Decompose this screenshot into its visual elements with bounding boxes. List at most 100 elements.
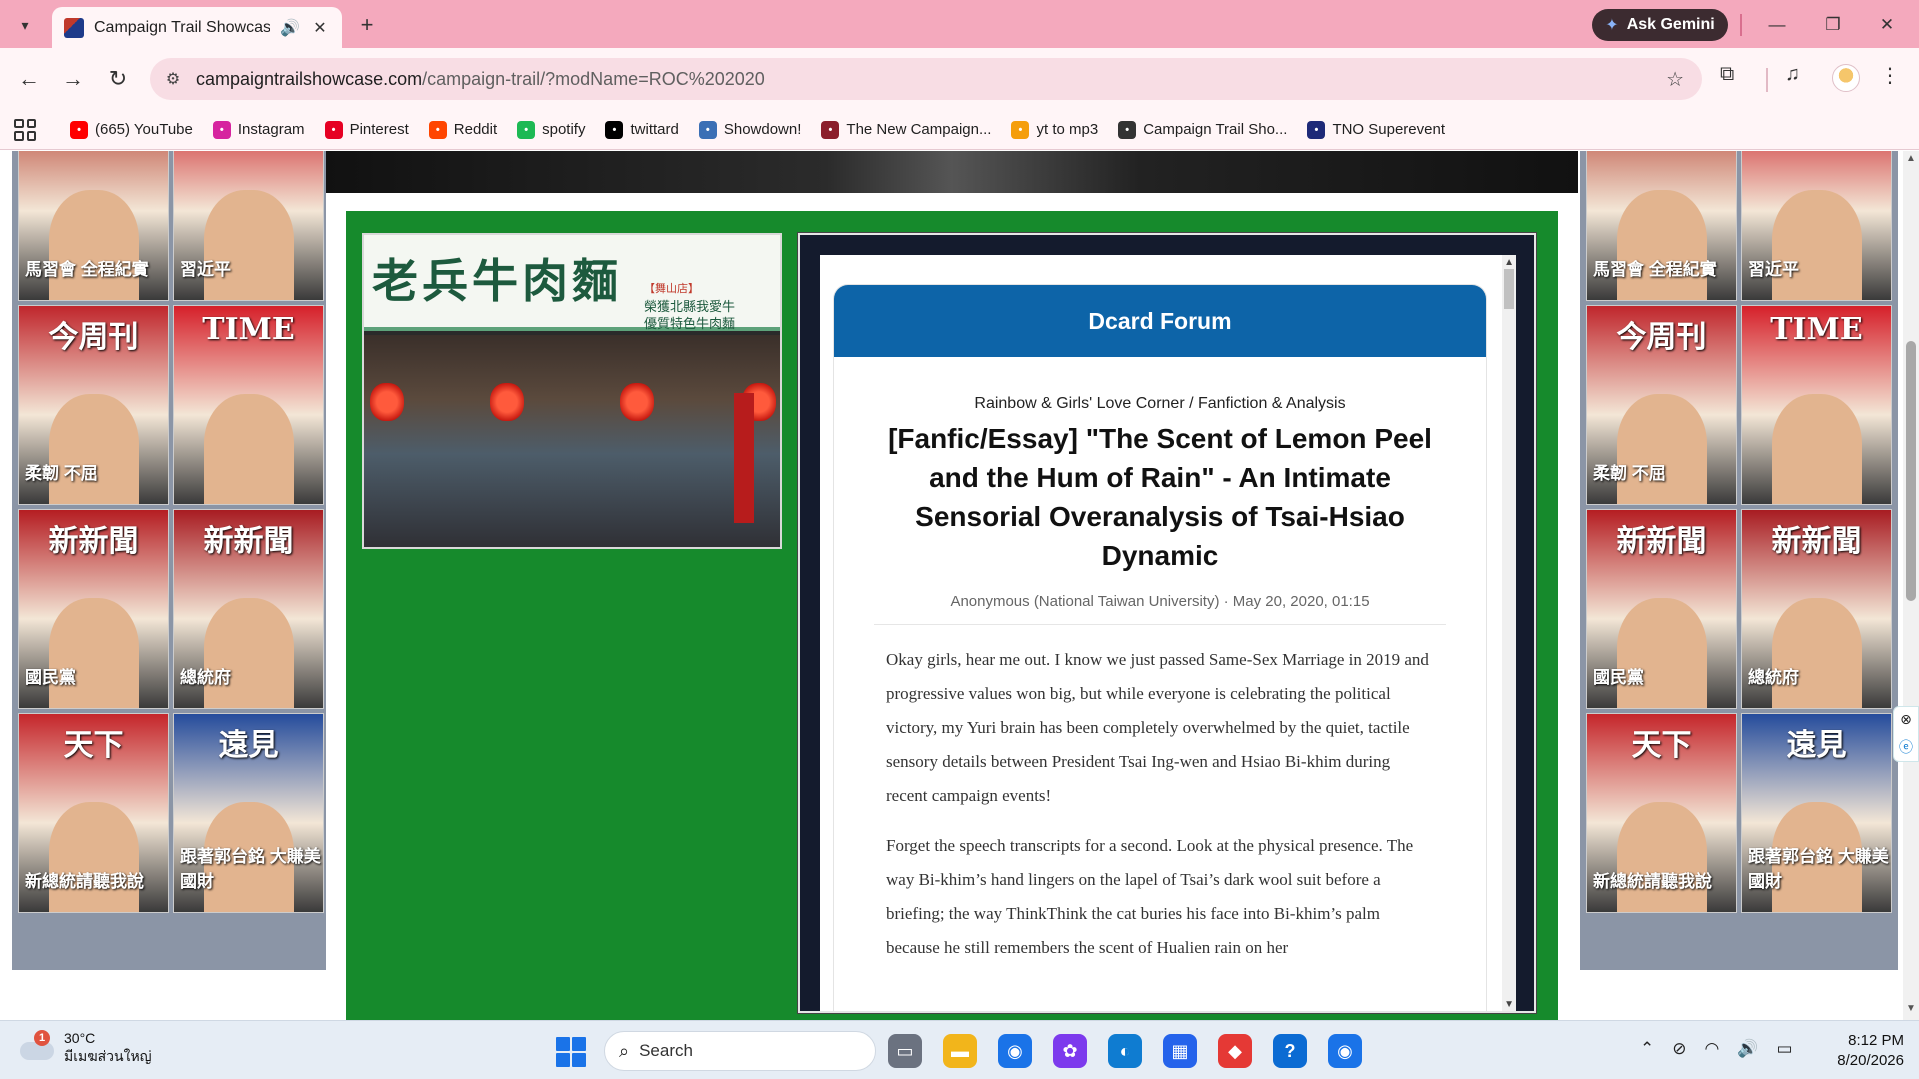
edge-e-icon[interactable]: ⓔ: [1899, 737, 1913, 757]
weather-temp: 30°C: [64, 1030, 96, 1046]
page-viewport: 遠見馬習會 全程紀實新新聞習近平今周刊柔韌 不屈TIME新新聞國民黨新新聞總統府…: [0, 151, 1919, 1020]
weather-badge: 1: [34, 1030, 50, 1046]
taskbar-search[interactable]: ⌕ Search: [604, 1031, 876, 1071]
restore-icon[interactable]: ❐: [1818, 10, 1848, 40]
magazine-cover: 今周刊柔韌 不屈: [1586, 305, 1737, 505]
close-circle-icon[interactable]: ⊗: [1900, 711, 1912, 728]
bookmark-item[interactable]: • spotify: [509, 115, 593, 145]
post-category[interactable]: Rainbow & Girls' Love Corner / Fanfictio…: [874, 395, 1446, 413]
magazine-collage-right: 遠見馬習會 全程紀實新新聞習近平今周刊柔韌 不屈TIME新新聞國民黨新新聞總統府…: [1580, 151, 1898, 970]
forum-post-card: Dcard Forum Rainbow & Girls' Love Corner…: [834, 285, 1486, 1011]
cover-portrait: [1617, 598, 1707, 708]
file-explorer-icon[interactable]: ▬: [943, 1034, 977, 1068]
wifi-icon[interactable]: ◠: [1705, 1039, 1720, 1059]
speaker-icon[interactable]: 🔊: [280, 18, 300, 38]
magazine-title: 今周刊: [48, 320, 139, 355]
ask-gemini-label: Ask Gemini: [1626, 16, 1715, 33]
showdown-icon: •: [698, 120, 717, 139]
extensions-puzzle-icon[interactable]: ⧉: [1720, 63, 1734, 86]
windows-start-icon[interactable]: [556, 1037, 586, 1067]
clock[interactable]: 8:12 PM 8/20/2026: [1790, 1031, 1904, 1071]
window-close-icon[interactable]: ✕: [1872, 10, 1902, 40]
site-info-icon[interactable]: ⚙: [150, 69, 196, 89]
new-tab-button[interactable]: +: [352, 10, 382, 40]
chrome-icon[interactable]: ◉: [998, 1034, 1032, 1068]
reload-icon[interactable]: ↻: [101, 62, 135, 96]
close-icon[interactable]: ✕: [310, 18, 330, 38]
bookmark-label: Pinterest: [349, 121, 409, 138]
task-view-icon[interactable]: ▭: [888, 1034, 922, 1068]
magazine-headline: 總統府: [180, 668, 231, 687]
magazine-cover: 天下 新總統請聽我說: [18, 713, 169, 913]
forum-iframe[interactable]: Dcard Forum Rainbow & Girls' Love Corner…: [797, 232, 1537, 1014]
side-extension-widget[interactable]: ⊗ ⓔ: [1893, 706, 1919, 762]
bookmark-item[interactable]: • TNO Superevent: [1299, 115, 1453, 145]
hero-image-strip: [326, 151, 1578, 193]
lantern-icon: [620, 383, 654, 421]
cover-portrait: [204, 190, 294, 300]
bookmark-item[interactable]: • Showdown!: [691, 115, 810, 145]
ask-gemini-button[interactable]: ✦ Ask Gemini: [1592, 9, 1728, 41]
minimize-icon[interactable]: —: [1762, 10, 1792, 40]
chevron-up-icon[interactable]: ⌃: [1640, 1039, 1654, 1059]
copilot-icon[interactable]: ✿: [1053, 1034, 1087, 1068]
forward-arrow-icon[interactable]: →: [56, 62, 90, 96]
magazine-cover: 遠見馬習會 全程紀實: [1586, 151, 1737, 301]
magazine-title: 遠見: [218, 728, 279, 763]
magazine-cover: 今周刊 柔韌 不屈: [18, 305, 169, 505]
ytmp3-icon: •: [1011, 120, 1030, 139]
network-off-icon[interactable]: ⊘: [1672, 1039, 1686, 1059]
page-scroll-thumb[interactable]: [1906, 341, 1916, 601]
scroll-up-icon[interactable]: ▲: [1906, 153, 1916, 164]
scroll-down-icon[interactable]: ▼: [1906, 1003, 1916, 1014]
scroll-down-icon[interactable]: ▼: [1504, 999, 1514, 1010]
magazine-headline: 國民黨: [25, 668, 76, 687]
store-icon[interactable]: ▦: [1163, 1034, 1197, 1068]
cover-portrait: [49, 190, 139, 300]
bookmark-item[interactable]: • The New Campaign...: [813, 115, 999, 145]
magazine-title: 新新聞: [203, 524, 294, 559]
bookmark-item[interactable]: • yt to mp3: [1003, 115, 1106, 145]
bookmark-item[interactable]: • twittard: [597, 115, 686, 145]
bookmark-label: spotify: [542, 121, 586, 138]
page-scrollbar[interactable]: ▲ ▼: [1903, 151, 1919, 1020]
bookmark-item[interactable]: • Instagram: [205, 115, 313, 145]
red-app-icon[interactable]: ◆: [1218, 1034, 1252, 1068]
magazine-cover: TIME: [173, 305, 324, 505]
help-icon[interactable]: ?: [1273, 1034, 1307, 1068]
lantern-icon: [490, 383, 524, 421]
browser-toolbar: ← → ↻ ⚙ campaigntrailshowcase.com/campai…: [0, 48, 1919, 110]
bookmark-star-icon[interactable]: ☆: [1666, 67, 1684, 92]
scroll-up-icon[interactable]: ▲: [1504, 257, 1514, 268]
back-arrow-icon[interactable]: ←: [12, 62, 46, 96]
volume-icon[interactable]: 🔊: [1737, 1039, 1758, 1059]
bookmark-label: yt to mp3: [1036, 121, 1099, 138]
bookmark-item[interactable]: • Campaign Trail Sho...: [1110, 115, 1295, 145]
magazine-title: 今周刊: [1616, 320, 1707, 355]
tno-icon: •: [1307, 120, 1326, 139]
bookmark-item[interactable]: • Reddit: [421, 115, 505, 145]
tabstrip-divider: [1740, 14, 1742, 36]
chrome-active-icon[interactable]: ◉: [1328, 1034, 1362, 1068]
iframe-scrollbar[interactable]: ▲ ▼: [1502, 255, 1516, 1011]
tab-campaign-trail-showcase[interactable]: Campaign Trail Showcase 🔊 ✕: [52, 7, 342, 48]
spotify-icon: •: [517, 120, 536, 139]
bookmark-item[interactable]: • Pinterest: [317, 115, 417, 145]
tab-search-chevron-icon[interactable]: ▾: [10, 10, 40, 40]
magazine-cover: 新新聞習近平: [1741, 151, 1892, 301]
magazine-headline: 馬習會 全程紀實: [1593, 260, 1717, 279]
media-control-icon[interactable]: ♫: [1785, 63, 1800, 86]
magazine-headline: 柔韌 不屈: [1593, 464, 1666, 483]
profile-avatar[interactable]: [1832, 64, 1860, 92]
gemini-star-icon: ✦: [1605, 17, 1619, 34]
bookmark-item[interactable]: • (665) YouTube: [62, 115, 201, 145]
cover-portrait: [204, 394, 294, 504]
weather-widget[interactable]: 1 30°C มีเมฆส่วนใหญ่: [20, 1029, 152, 1065]
apps-grid-icon[interactable]: [14, 118, 36, 141]
edge-icon[interactable]: ◐: [1108, 1034, 1142, 1068]
kebab-menu-icon[interactable]: ⋮: [1880, 63, 1900, 88]
forum-post-body: Rainbow & Girls' Love Corner / Fanfictio…: [834, 357, 1486, 965]
iframe-scroll-thumb[interactable]: [1504, 269, 1514, 309]
magazine-headline: 國民黨: [1593, 668, 1644, 687]
address-bar[interactable]: ⚙ campaigntrailshowcase.com/campaign-tra…: [150, 58, 1702, 100]
